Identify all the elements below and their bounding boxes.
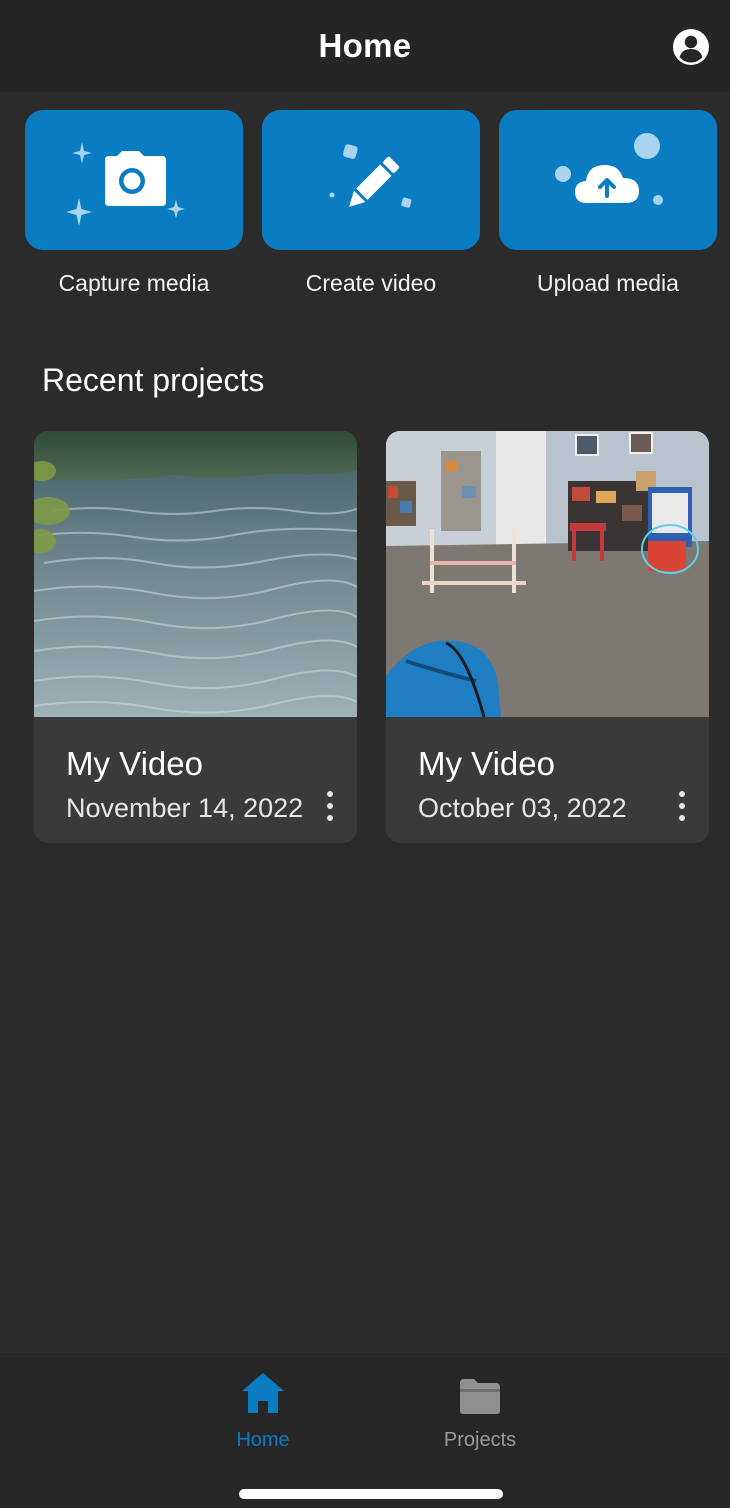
upload-media-button[interactable] <box>499 110 717 250</box>
indoor-room-thumbnail <box>386 431 709 717</box>
recent-projects-heading: Recent projects <box>42 362 265 398</box>
pencil-icon <box>329 144 412 208</box>
tab-home-label: Home <box>236 1429 290 1451</box>
create-video-label: Create video <box>305 270 437 296</box>
project-date: November 14, 2022 <box>66 793 304 823</box>
upload-media-action: Upload media <box>499 110 717 297</box>
app-screen: Home Capture media Create video Upload m… <box>0 0 730 1508</box>
project-date: October 03, 2022 <box>418 793 627 823</box>
upload-media-label: Upload media <box>537 270 679 296</box>
tab-home[interactable]: Home <box>203 1367 323 1457</box>
capture-media-action: Capture media <box>25 110 243 297</box>
header-bar: Home <box>0 0 730 92</box>
lake-water-thumbnail <box>34 431 357 717</box>
account-circle-icon <box>673 29 709 65</box>
create-video-button[interactable] <box>262 110 480 250</box>
more-options-button[interactable] <box>667 781 697 831</box>
project-card-info: My Video October 03, 2022 <box>386 717 709 843</box>
camera-sparkle-icon <box>66 142 185 226</box>
capture-media-label: Capture media <box>58 270 210 296</box>
more-vertical-icon <box>679 791 685 797</box>
project-card[interactable]: My Video October 03, 2022 <box>386 431 709 843</box>
more-options-button[interactable] <box>315 781 345 831</box>
tab-projects[interactable]: Projects <box>420 1367 540 1457</box>
quick-actions: Capture media Create video Upload media <box>25 110 717 310</box>
cloud-upload-icon <box>555 133 663 205</box>
folder-icon <box>460 1379 500 1414</box>
project-title: My Video <box>418 745 555 782</box>
more-vertical-icon <box>327 791 333 797</box>
capture-media-button[interactable] <box>25 110 243 250</box>
project-title: My Video <box>66 745 203 782</box>
project-card[interactable]: My Video November 14, 2022 <box>34 431 357 843</box>
project-card-info: My Video November 14, 2022 <box>34 717 357 843</box>
home-icon <box>242 1373 284 1413</box>
bottom-tab-bar: Home Projects <box>0 1353 730 1508</box>
account-button[interactable] <box>672 28 710 66</box>
home-indicator[interactable] <box>239 1489 503 1499</box>
create-video-action: Create video <box>262 110 480 297</box>
tab-projects-label: Projects <box>443 1429 517 1451</box>
page-title: Home <box>318 27 412 64</box>
